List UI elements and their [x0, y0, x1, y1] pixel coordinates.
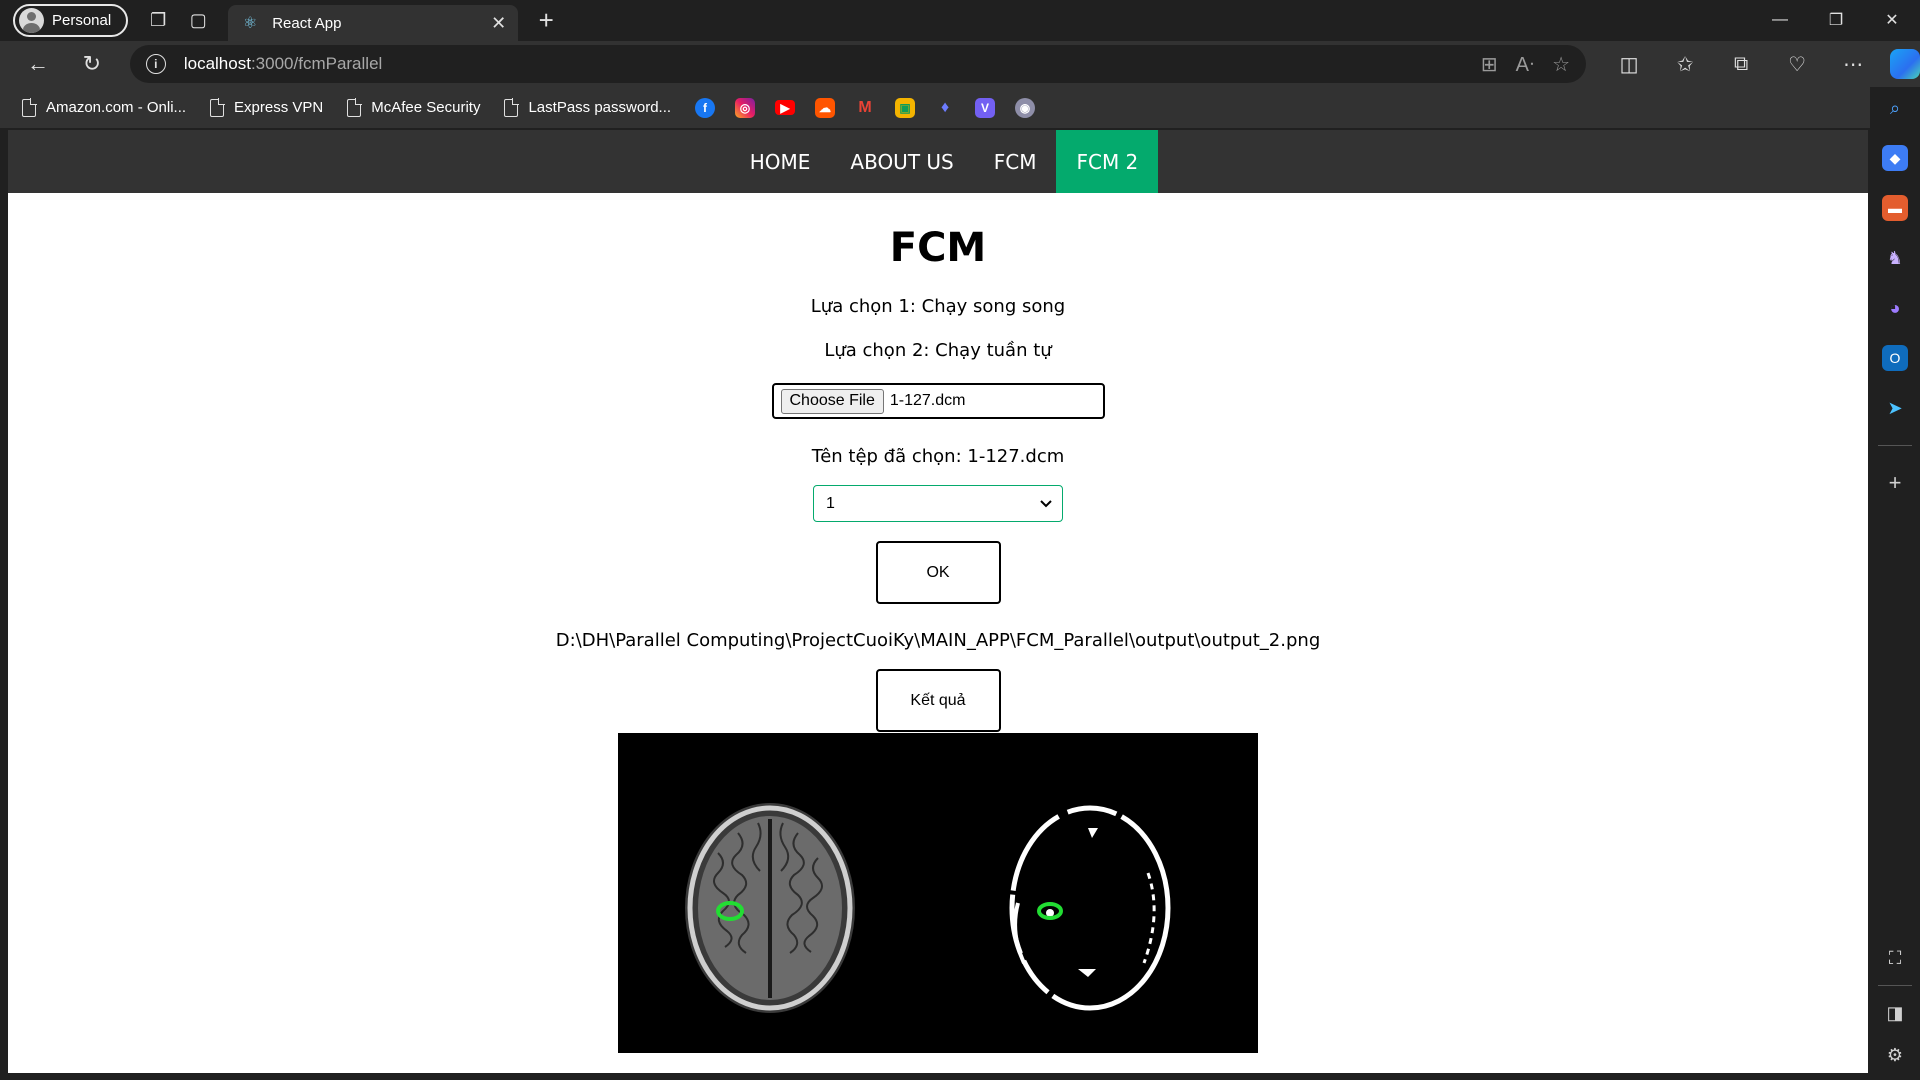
- favorites-icon[interactable]: ✩: [1662, 44, 1708, 84]
- viber-icon[interactable]: V: [975, 97, 996, 118]
- page-icon: [210, 97, 226, 117]
- sidebar-divider: [1878, 985, 1912, 986]
- bookmark-express-vpn[interactable]: Express VPN: [210, 97, 324, 117]
- choose-file-button[interactable]: Choose File: [780, 388, 884, 414]
- add-icon[interactable]: +: [1882, 470, 1908, 496]
- hide-sidebar-icon[interactable]: ◨: [1882, 1000, 1908, 1026]
- browser-title-bar: Personal ❐ ▢ ⚛ React App ✕ + — ❐ ✕: [0, 0, 1920, 41]
- close-window-icon[interactable]: ✕: [1864, 0, 1920, 40]
- react-icon: ⚛: [243, 15, 258, 32]
- bookmark-amazon[interactable]: Amazon.com - Onli...: [22, 97, 187, 117]
- profile-label: Personal: [52, 12, 112, 29]
- favorite-star-icon[interactable]: ☆: [1552, 52, 1570, 77]
- mode-select[interactable]: 1: [813, 485, 1063, 522]
- browser-tab[interactable]: ⚛ React App ✕: [228, 5, 519, 41]
- selected-file-text: Tên tệp đã chọn: 1-127.dcm: [811, 446, 1065, 467]
- page-viewport: HOME ABOUT US FCM FCM 2 FCM Lựa chọn 1: …: [8, 130, 1868, 1073]
- page-icon: [504, 97, 520, 117]
- chevron-down-icon: [1040, 499, 1052, 507]
- result-image: [618, 733, 1258, 1053]
- chosen-file-name: 1-127.dcm: [889, 392, 966, 409]
- workspaces-icon[interactable]: ❐: [138, 1, 178, 41]
- page-title: FCM: [889, 225, 987, 271]
- search-icon[interactable]: ⌕: [1882, 95, 1908, 121]
- split-screen-icon[interactable]: ◫: [1606, 44, 1652, 84]
- address-bar-actions: ⊞ Aᐧ ☆: [1481, 52, 1586, 77]
- app-icon[interactable]: ♦: [935, 98, 955, 118]
- output-path-text: D:\DH\Parallel Computing\ProjectCuoiKy\M…: [555, 630, 1321, 651]
- profile-button[interactable]: Personal: [13, 4, 129, 37]
- page-icon: [22, 97, 37, 117]
- screenshot-icon[interactable]: ⛶: [1882, 945, 1908, 971]
- shopping-tag-icon[interactable]: ◆: [1882, 145, 1908, 171]
- collections-icon[interactable]: ⧉: [1718, 44, 1764, 84]
- tab-actions-icon[interactable]: ▢: [178, 1, 218, 41]
- gmail-icon[interactable]: M: [855, 98, 875, 118]
- instagram-icon[interactable]: ◎: [735, 97, 756, 118]
- nav-fcm-2[interactable]: FCM 2: [1056, 130, 1159, 193]
- copilot-sidebar-icon[interactable]: ◕: [1882, 295, 1908, 321]
- outlook-icon[interactable]: O: [1882, 345, 1908, 371]
- back-icon[interactable]: ←: [16, 44, 60, 84]
- games-icon[interactable]: ♞: [1882, 245, 1908, 271]
- nav-home[interactable]: HOME: [730, 130, 831, 193]
- settings-gear-icon[interactable]: ⚙: [1882, 1042, 1908, 1068]
- app-navbar: HOME ABOUT US FCM FCM 2: [8, 130, 1868, 193]
- tab-title: React App: [272, 14, 342, 32]
- main-content: FCM Lựa chọn 1: Chạy song song Lựa chọn …: [8, 193, 1868, 1053]
- nav-about-us[interactable]: ABOUT US: [830, 130, 973, 193]
- read-aloud-icon[interactable]: Aᐧ: [1516, 52, 1534, 77]
- bookmark-mcafee[interactable]: McAfee Security: [347, 97, 481, 117]
- window-controls: — ❐ ✕: [1752, 0, 1920, 40]
- ok-button[interactable]: OK: [875, 541, 1001, 604]
- bookmark-label: Express VPN: [234, 99, 324, 116]
- youtube-icon[interactable]: ▶: [775, 100, 796, 115]
- option-1-text: Lựa chọn 1: Chạy song song: [810, 296, 1066, 317]
- option-2-text: Lựa chọn 2: Chạy tuần tự: [824, 340, 1052, 361]
- minimize-icon[interactable]: —: [1752, 0, 1808, 40]
- bookmark-label: Amazon.com - Onli...: [46, 99, 187, 116]
- bookmark-lastpass[interactable]: LastPass password...: [504, 97, 672, 117]
- bookmark-label: McAfee Security: [371, 99, 481, 116]
- result-button[interactable]: Kết quả: [875, 669, 1001, 732]
- brain-mri-result-graphic: [685, 803, 1171, 1013]
- copilot-icon[interactable]: [1890, 49, 1920, 79]
- url-path: :3000/fcmParallel: [250, 54, 383, 73]
- send-icon[interactable]: ➤: [1882, 395, 1908, 421]
- tools-icon[interactable]: ▬: [1882, 195, 1908, 221]
- performance-icon[interactable]: ♡: [1774, 44, 1820, 84]
- more-menu-icon[interactable]: ⋯: [1830, 44, 1876, 84]
- podcast-icon[interactable]: ◉: [1015, 97, 1036, 118]
- toolbar-icons: ◫ ✩ ⧉ ♡ ⋯: [1606, 44, 1876, 84]
- browser-toolbar: ← ↻ i localhost:3000/fcmParallel ⊞ Aᐧ ☆ …: [0, 41, 1920, 87]
- soundcloud-icon[interactable]: ☁: [815, 97, 836, 118]
- file-input[interactable]: Choose File 1-127.dcm: [771, 383, 1105, 419]
- url-host: localhost: [183, 54, 251, 73]
- address-bar[interactable]: i localhost:3000/fcmParallel ⊞ Aᐧ ☆: [129, 45, 1587, 83]
- sidebar-divider: [1878, 445, 1912, 446]
- restore-icon[interactable]: ❐: [1808, 0, 1864, 40]
- page-icon: [347, 97, 363, 117]
- facebook-icon[interactable]: f: [695, 97, 716, 118]
- bookmarks-bar: Amazon.com - Onli... Express VPN McAfee …: [0, 87, 1870, 128]
- select-value: 1: [826, 494, 835, 512]
- refresh-icon[interactable]: ↻: [70, 44, 114, 84]
- close-tab-icon[interactable]: ✕: [491, 13, 506, 34]
- edge-sidebar: ⌕ ◆ ▬ ♞ ◕ O ➤ + ⛶ ◨ ⚙: [1870, 87, 1920, 1080]
- bookmark-label: LastPass password...: [528, 99, 672, 116]
- photos-icon[interactable]: ▣: [895, 97, 916, 118]
- app-available-icon[interactable]: ⊞: [1481, 52, 1498, 77]
- new-tab-button[interactable]: +: [526, 1, 566, 41]
- site-info-icon[interactable]: i: [145, 54, 166, 74]
- nav-fcm[interactable]: FCM: [974, 130, 1057, 193]
- avatar: [19, 8, 44, 33]
